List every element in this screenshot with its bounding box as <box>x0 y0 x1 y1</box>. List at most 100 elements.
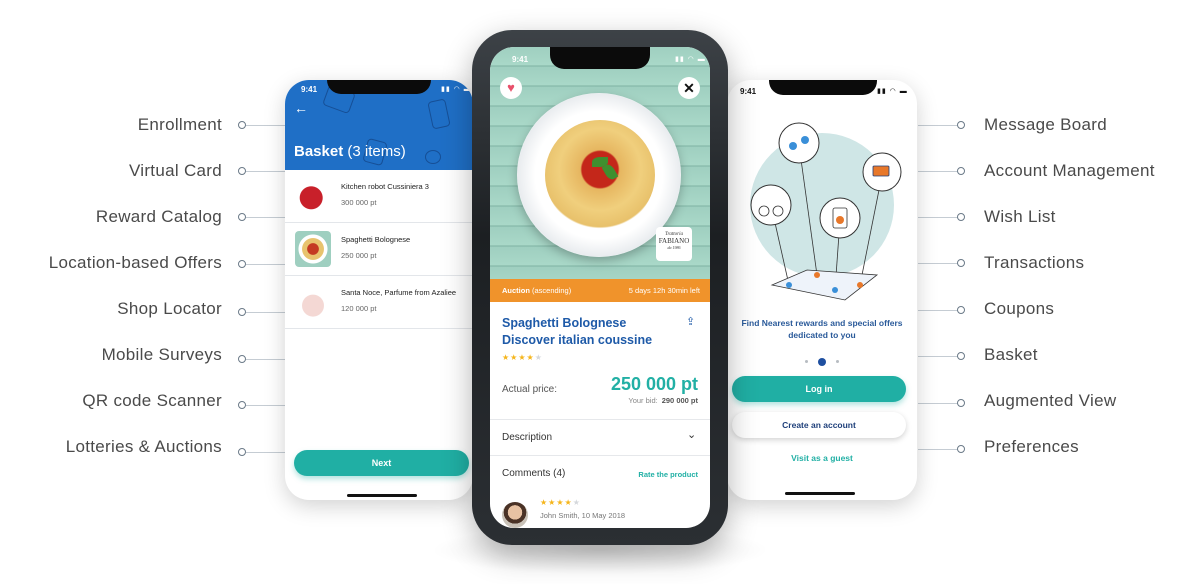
create-account-button[interactable]: Create an account <box>732 412 906 438</box>
phone-doodle-icon <box>427 98 451 130</box>
spaghetti-thumbnail <box>295 231 331 267</box>
connector-line <box>246 405 286 406</box>
rate-product-link[interactable]: Rate the product <box>638 470 698 479</box>
star-icon: ★ <box>502 353 511 362</box>
connector-line <box>246 312 286 313</box>
product-title: Spaghetti Bolognese Discover italian cou… <box>502 315 672 349</box>
kitchen-robot-thumbnail <box>295 178 331 214</box>
divider <box>490 419 710 420</box>
item-price: 120 000 pt <box>341 304 377 313</box>
basket-phone: 9:41 ▮▮ ◠ ▬ ← Basket (3 items) Kitchen r… <box>285 80 473 500</box>
share-icon[interactable]: ⇪ <box>686 315 695 328</box>
product-rating: ★★★★★ <box>502 353 543 362</box>
basket-count: (3 items) <box>347 143 406 160</box>
basket-item[interactable]: Santa Noce, Parfume from Azaliee 120 000… <box>285 276 473 329</box>
basket-title: Basket (3 items) <box>294 143 406 160</box>
home-indicator <box>347 494 417 497</box>
connector-line <box>918 171 958 172</box>
product-screen: 9:41 ▮▮ ◠ ▬ ♥ ✕ Trattoria FABIANO da 198… <box>490 47 710 528</box>
next-button[interactable]: Next <box>294 450 469 476</box>
product-title-line: Discover italian coussine <box>502 333 653 347</box>
connector-dot <box>957 352 965 360</box>
your-bid-label: Your bid: <box>628 396 658 405</box>
connector-dot <box>238 355 246 363</box>
connector-line <box>918 125 958 126</box>
connector-line <box>918 263 958 264</box>
feature-message-board: Message Board <box>984 115 1107 134</box>
auction-type: Auction (ascending) <box>502 279 571 302</box>
feature-virtual-card: Virtual Card <box>128 161 222 180</box>
connector-dot <box>238 167 246 175</box>
feature-preferences: Preferences <box>984 437 1079 456</box>
connector-line <box>246 359 286 360</box>
connector-line <box>246 125 286 126</box>
gamepad-icon <box>778 122 820 164</box>
connector-line <box>918 217 958 218</box>
connector-line <box>246 264 286 265</box>
heart-icon[interactable]: ♥ <box>500 77 522 99</box>
connector-dot <box>238 448 246 456</box>
comments-label: Comments (4) <box>502 468 565 479</box>
spaghetti-image <box>545 120 655 230</box>
connector-line <box>918 310 958 311</box>
feature-transactions: Transactions <box>984 253 1085 272</box>
status-icons: ▮▮ ◠ ▬ <box>675 56 706 63</box>
notch <box>550 47 650 69</box>
comments-text: Comments <box>502 468 551 479</box>
auction-bar: Auction (ascending) 5 days 12h 30min lef… <box>490 279 710 302</box>
page-indicator[interactable] <box>727 353 917 371</box>
product-phone: 9:41 ▮▮ ◠ ▬ ♥ ✕ Trattoria FABIANO da 198… <box>472 30 728 545</box>
item-name: Santa Noce, Parfume from Azaliee <box>341 288 457 297</box>
basket-item[interactable]: Kitchen robot Cussiniera 3 300 000 pt <box>285 170 473 223</box>
star-icon: ★ <box>556 498 565 507</box>
connector-dot <box>957 167 965 175</box>
auction-type-detail: (ascending) <box>532 286 572 295</box>
bicycle-icon <box>750 184 792 226</box>
item-name: Spaghetti Bolognese <box>341 235 411 244</box>
feature-qr-code-scanner: QR code Scanner <box>82 391 222 410</box>
comments-count: (4) <box>553 468 566 479</box>
connector-dot <box>957 306 965 314</box>
connector-dot <box>238 213 246 221</box>
basket-item[interactable]: Spaghetti Bolognese 250 000 pt <box>285 223 473 276</box>
status-time: 9:41 <box>512 55 529 64</box>
star-icon: ★ <box>526 353 535 362</box>
feature-location-based-offers: Location-based Offers <box>48 253 222 272</box>
close-icon[interactable]: ✕ <box>678 77 700 99</box>
status-icons: ▮▮ ◠ ▬ <box>441 86 472 93</box>
your-bid-value: 290 000 pt <box>661 396 698 405</box>
chevron-down-icon[interactable]: ⌄ <box>687 428 696 441</box>
welcome-phone: 9:41 ▮▮ ◠ ▬ Find Nearest rewards and spe… <box>727 80 917 500</box>
perfume-thumbnail <box>295 284 331 320</box>
feature-wish-list: Wish List <box>984 207 1056 226</box>
feature-shop-locator: Shop Locator <box>117 299 222 318</box>
star-icon: ★ <box>518 353 527 362</box>
connector-line <box>246 171 286 172</box>
feature-enrollment: Enrollment <box>137 115 222 134</box>
actual-price-label: Actual price: <box>502 384 558 395</box>
review-rating: ★★★★★ <box>540 498 581 507</box>
reviewer-avatar <box>502 502 528 528</box>
connector-dot <box>238 260 246 268</box>
feature-coupons: Coupons <box>984 299 1055 318</box>
divider <box>490 455 710 456</box>
login-button[interactable]: Log in <box>732 376 906 402</box>
logo-name: FABIANO <box>658 237 690 245</box>
back-arrow-icon[interactable]: ← <box>294 100 308 116</box>
your-bid: Your bid: 290 000 pt <box>628 396 698 405</box>
connector-dot <box>238 121 246 129</box>
connector-dot <box>957 121 965 129</box>
star-empty-icon: ★ <box>572 498 581 507</box>
page-dot-active[interactable] <box>818 357 826 366</box>
page-dot[interactable] <box>836 360 839 364</box>
rewards-illustration <box>750 122 902 301</box>
star-icon: ★ <box>564 498 573 507</box>
connector-line <box>918 449 958 450</box>
page-dot[interactable] <box>805 360 808 364</box>
feature-account-management: Account Management <box>984 161 1155 180</box>
auction-time-left: 5 days 12h 30min left <box>628 286 700 295</box>
connector-dot <box>238 401 246 409</box>
bag-doodle-icon <box>425 150 441 164</box>
visit-as-guest-link[interactable]: Visit as a guest <box>727 453 917 463</box>
item-price: 300 000 pt <box>341 198 377 207</box>
